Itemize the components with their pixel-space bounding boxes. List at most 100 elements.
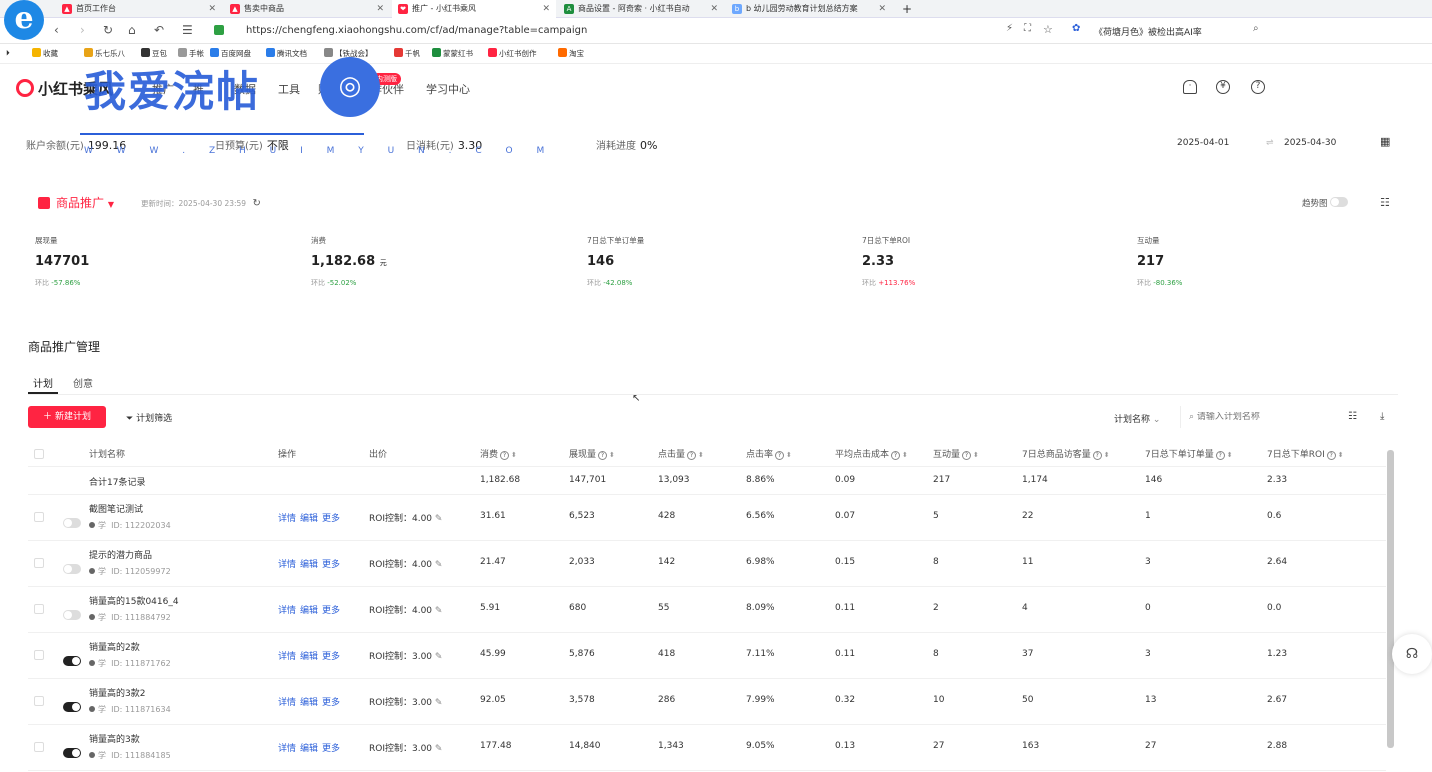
screenshot-icon[interactable]: ⛶: [1024, 23, 1031, 34]
more-link[interactable]: 更多: [322, 744, 340, 754]
detail-link[interactable]: 详情: [278, 698, 296, 708]
bell-icon[interactable]: ·: [1183, 80, 1197, 94]
plan-name-cell[interactable]: 销量高的2款学 ID: 111871762: [89, 640, 171, 669]
yuan-icon[interactable]: ¥: [1216, 80, 1230, 94]
toggle-switch[interactable]: [63, 564, 81, 574]
help-icon[interactable]: ?: [775, 451, 785, 460]
browser-tab[interactable]: A 商品设置 - 阿奇索 · 小红书自动 ✕: [558, 0, 724, 18]
plan-name-cell[interactable]: 提示的潜力商品学 ID: 112059972: [89, 548, 171, 577]
help-icon[interactable]: ?: [500, 451, 510, 460]
nav-item[interactable]: 工具: [278, 81, 300, 97]
bookmark-item[interactable]: 收藏: [32, 48, 58, 59]
edit-link[interactable]: 编辑: [300, 606, 318, 616]
col-visitors[interactable]: 7日总商品访客量? ⬍: [1022, 447, 1110, 460]
trend-toggle[interactable]: 趋势图: [1302, 197, 1349, 209]
sort-icon[interactable]: ⬍: [609, 451, 615, 459]
sort-icon[interactable]: ⬍: [1227, 451, 1233, 459]
plan-status-toggle[interactable]: [63, 558, 81, 577]
close-icon[interactable]: ✕: [710, 0, 718, 18]
help-icon[interactable]: ?: [1326, 451, 1336, 460]
more-link[interactable]: 更多: [322, 560, 340, 570]
edit-pencil-icon[interactable]: ✎: [435, 514, 443, 524]
close-icon[interactable]: ✕: [542, 0, 550, 18]
date-start[interactable]: 2025-04-01: [1177, 138, 1229, 148]
new-tab-button[interactable]: +: [898, 0, 918, 18]
plan-status-toggle[interactable]: [63, 696, 81, 715]
sort-icon[interactable]: ⬍: [511, 451, 517, 459]
toggle-switch[interactable]: [63, 610, 81, 620]
plan-status-toggle[interactable]: [63, 512, 81, 531]
col-interactions[interactable]: 互动量? ⬍: [933, 447, 979, 460]
star-icon[interactable]: ☆: [1043, 23, 1053, 36]
bookmark-item[interactable]: 小红书创作: [488, 48, 537, 59]
tab-plans[interactable]: 计划: [33, 375, 53, 390]
download-icon[interactable]: ⤓: [1380, 411, 1384, 422]
reader-icon[interactable]: ☰: [182, 23, 193, 37]
close-icon[interactable]: ✕: [376, 0, 384, 18]
select-all-checkbox[interactable]: [34, 449, 44, 459]
close-icon[interactable]: ✕: [208, 0, 216, 18]
plan-status-toggle[interactable]: [63, 742, 81, 761]
sort-icon[interactable]: ⬍: [698, 451, 704, 459]
sort-icon[interactable]: ⬍: [902, 451, 908, 459]
home-icon[interactable]: ⌂: [128, 23, 136, 37]
row-checkbox[interactable]: [34, 742, 44, 752]
edit-link[interactable]: 编辑: [300, 698, 318, 708]
nav-item[interactable]: 学习中心: [426, 81, 470, 97]
browser-tab[interactable]: ▲ 售卖中商品 ✕: [224, 0, 390, 18]
scrollbar[interactable]: [1387, 450, 1394, 748]
filter-button[interactable]: ⏷ 计划筛选: [126, 411, 172, 424]
search-input[interactable]: [1196, 412, 1307, 422]
search-suggestion[interactable]: 《荷塘月色》被检出高AI率: [1094, 25, 1202, 38]
bid-cell[interactable]: ROI控制：4.00 ✎: [369, 557, 442, 570]
plan-name-cell[interactable]: 销量高的15款0416_4 学 ID: 111884792: [89, 594, 179, 623]
help-icon[interactable]: ?: [1092, 451, 1102, 460]
reload-icon[interactable]: ↻: [103, 23, 113, 37]
plan-name[interactable]: 截图笔记测试: [89, 502, 171, 515]
toggle-switch[interactable]: [63, 518, 81, 528]
bid-cell[interactable]: ROI控制：3.00 ✎: [369, 741, 442, 754]
bookmark-item[interactable]: 腾讯文档: [266, 48, 307, 59]
help-icon[interactable]: ?: [598, 451, 608, 460]
more-link[interactable]: 更多: [322, 652, 340, 662]
edit-link[interactable]: 编辑: [300, 744, 318, 754]
forward-icon[interactable]: ›: [80, 23, 85, 37]
help-icon[interactable]: ?: [1251, 80, 1265, 94]
col-ctr[interactable]: 点击率? ⬍: [746, 447, 792, 460]
col-roi[interactable]: 7日总下单ROI? ⬍: [1267, 447, 1344, 460]
plan-search[interactable]: ⌕: [1180, 406, 1330, 428]
search-field-select[interactable]: 计划名称 ⌄: [1114, 412, 1160, 425]
detail-link[interactable]: 详情: [278, 514, 296, 524]
help-icon[interactable]: ?: [962, 451, 972, 460]
plan-name-cell[interactable]: 销量高的3款2 学 ID: 111871634: [89, 686, 171, 715]
calendar-icon[interactable]: ▦: [1380, 135, 1390, 148]
plan-name[interactable]: 销量高的2款: [89, 640, 171, 653]
promo-type-select[interactable]: 商品推广 ▼: [38, 194, 114, 211]
toggle-switch[interactable]: [63, 748, 81, 758]
help-icon[interactable]: ?: [891, 451, 901, 460]
detail-link[interactable]: 详情: [278, 652, 296, 662]
search-icon[interactable]: ⌕: [1253, 23, 1259, 34]
sort-icon[interactable]: ⬍: [1338, 451, 1344, 459]
bookmark-item[interactable]: 千帆: [394, 48, 420, 59]
edit-link[interactable]: 编辑: [300, 652, 318, 662]
undo-icon[interactable]: ↶: [154, 23, 164, 37]
sort-icon[interactable]: ⬍: [1104, 451, 1110, 459]
plan-name-cell[interactable]: 销量高的3款学 ID: 111884185: [89, 732, 171, 761]
plan-name[interactable]: 销量高的3款2: [89, 686, 171, 699]
more-link[interactable]: 更多: [322, 698, 340, 708]
detail-link[interactable]: 详情: [278, 606, 296, 616]
row-checkbox[interactable]: [34, 604, 44, 614]
plan-name[interactable]: 提示的潜力商品: [89, 548, 171, 561]
edit-link[interactable]: 编辑: [300, 560, 318, 570]
url-field[interactable]: https://chengfeng.xiaohongshu.com/cf/ad/…: [246, 25, 587, 36]
bookmark-item[interactable]: 淘宝: [558, 48, 584, 59]
close-icon[interactable]: ✕: [878, 0, 886, 18]
new-plan-button[interactable]: ＋ 新建计划: [28, 406, 106, 428]
sort-icon[interactable]: ⬍: [786, 451, 792, 459]
plan-name[interactable]: 销量高的3款: [89, 732, 171, 745]
tab-creatives[interactable]: 创意: [73, 375, 93, 390]
bookmark-toggle-icon[interactable]: ⏵: [6, 48, 10, 58]
col-cpc[interactable]: 平均点击成本? ⬍: [835, 447, 908, 460]
bid-cell[interactable]: ROI控制：4.00 ✎: [369, 511, 442, 524]
